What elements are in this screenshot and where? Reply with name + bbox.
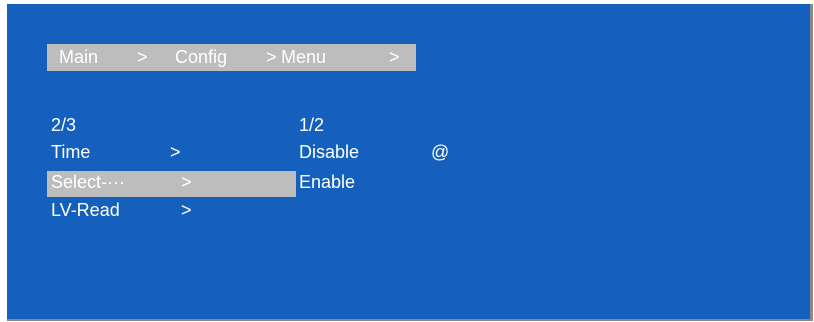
option-label: Enable: [299, 172, 356, 192]
screen-bevel-right: [810, 4, 813, 320]
osd-screen: Main > Config > Menu > 2/3 Time > Select…: [7, 4, 810, 320]
option-label: Disable: [299, 142, 360, 162]
breadcrumb: Main > Config > Menu >: [47, 44, 416, 71]
chevron-right-icon: >: [181, 200, 192, 220]
menu-item-label: LV-Read: [51, 200, 120, 220]
breadcrumb-item-menu[interactable]: Menu: [281, 47, 326, 68]
device-frame: Main > Config > Menu > 2/3 Time > Select…: [0, 0, 814, 322]
breadcrumb-item-main[interactable]: Main: [59, 47, 98, 68]
left-page-indicator: 2/3: [51, 115, 77, 135]
breadcrumb-item-config[interactable]: Config: [175, 47, 227, 68]
chevron-right-icon: >: [170, 142, 181, 162]
menu-item-label: Time: [51, 142, 91, 162]
right-page-indicator: 1/2: [299, 115, 325, 135]
chevron-right-icon: >: [181, 172, 192, 192]
breadcrumb-separator: >: [389, 47, 400, 67]
breadcrumb-separator: >: [266, 47, 277, 67]
current-selection-marker: @: [431, 142, 450, 162]
menu-item-label: Select-···: [51, 172, 126, 192]
screen-bevel-bottom: [7, 319, 813, 321]
breadcrumb-separator: >: [137, 47, 148, 67]
